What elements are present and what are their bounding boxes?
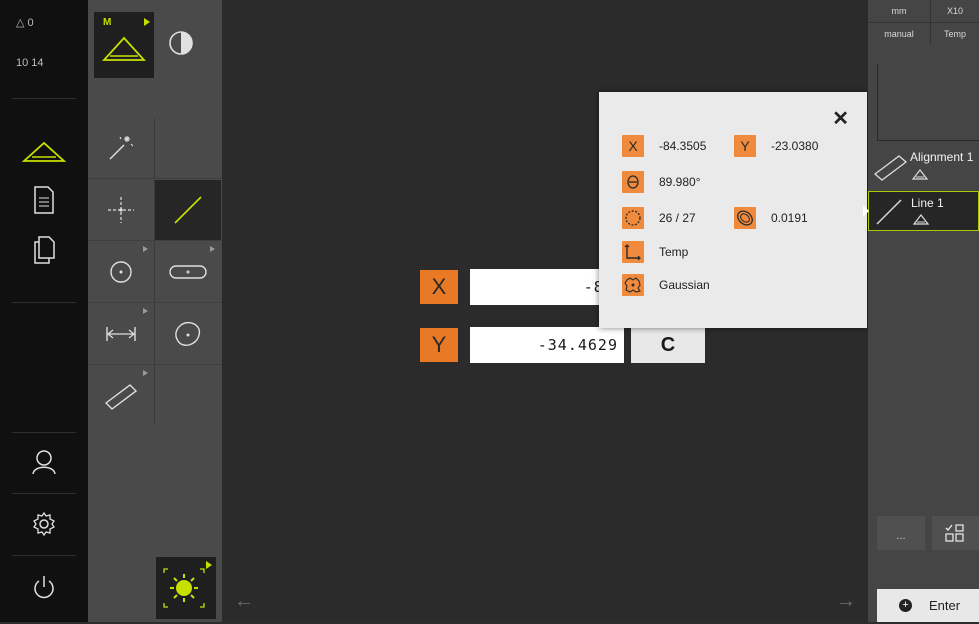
- light-button[interactable]: [156, 557, 216, 619]
- tool-line[interactable]: [155, 180, 221, 240]
- zoom-toggle[interactable]: X10: [931, 0, 979, 22]
- points-icon: [622, 207, 644, 229]
- files-nav-icon[interactable]: [18, 228, 70, 272]
- popup-points-value: 26 / 27: [659, 211, 696, 225]
- preview-area: [877, 64, 979, 141]
- point-icon: [108, 197, 134, 223]
- blob-icon: [175, 321, 201, 346]
- feature-item-line[interactable]: Line 1: [863, 191, 979, 231]
- angle-icon: [622, 171, 644, 193]
- measure-nav-icon[interactable]: [18, 130, 70, 174]
- y-badge-icon: Y: [734, 135, 756, 157]
- clock: 10 14: [16, 57, 44, 69]
- measure-small-icon: [913, 214, 929, 225]
- popup-form-value: 0.0191: [771, 211, 808, 225]
- temperature-icon: [622, 241, 644, 263]
- checklist-grid-icon: [945, 524, 964, 542]
- unit-toggle[interactable]: mm: [868, 0, 931, 22]
- measure-icon: [102, 36, 146, 61]
- contrast-icon: [169, 31, 193, 55]
- selected-arrow-icon: [863, 205, 869, 217]
- close-icon[interactable]: ✕: [832, 106, 849, 131]
- tool-rectangle[interactable]: [88, 366, 154, 426]
- magic-wand-icon: [109, 136, 134, 160]
- clear-button[interactable]: C: [631, 327, 705, 363]
- tool-circle[interactable]: [88, 242, 154, 302]
- tool-measure-magic[interactable]: [88, 118, 154, 178]
- tool-point[interactable]: [88, 180, 154, 240]
- result-popup: ✕ X -84.3505 Y -23.0380 89.980° 26 / 27 …: [599, 92, 867, 328]
- user-nav-icon[interactable]: [18, 440, 70, 484]
- rectangle-icon: [104, 384, 138, 410]
- distance-icon: [106, 327, 136, 341]
- delta-icon: △: [16, 17, 25, 29]
- popup-y-value: -23.0380: [771, 139, 819, 153]
- status-info: △ 0 10 14: [0, 14, 88, 72]
- x-badge-icon: X: [622, 135, 644, 157]
- slot-icon: [169, 265, 207, 279]
- form-error-icon: [734, 207, 756, 229]
- rectangle-feature-icon: [873, 155, 908, 181]
- x-axis-badge: X: [420, 270, 458, 304]
- filter-icon: [622, 274, 644, 296]
- light-icon: [163, 561, 212, 608]
- settings-nav-icon[interactable]: [18, 502, 70, 546]
- popup-angle-value: 89.980°: [659, 175, 701, 189]
- popup-filter-value: Gaussian: [659, 278, 710, 292]
- next-arrow-icon[interactable]: →: [836, 590, 856, 613]
- popup-x-value: -84.3505: [659, 139, 707, 153]
- report-nav-icon[interactable]: [18, 178, 70, 222]
- popup-temp-value: Temp: [659, 245, 689, 259]
- main-menu: △ 0 10 14: [0, 0, 88, 622]
- measure-mode-button[interactable]: M: [94, 12, 154, 78]
- delta-status: △ 0: [16, 17, 34, 29]
- tool-blob[interactable]: [155, 304, 221, 364]
- enter-button[interactable]: + Enter: [877, 589, 979, 622]
- expand-arrow-icon: [144, 18, 150, 26]
- line-icon: [174, 196, 202, 224]
- previous-arrow-icon[interactable]: ←: [234, 590, 254, 613]
- mode-toggle[interactable]: manual: [868, 22, 931, 45]
- power-nav-icon[interactable]: [18, 566, 70, 610]
- y-axis-badge: Y: [420, 328, 458, 362]
- contrast-button[interactable]: [168, 30, 194, 56]
- y-position-value: -34.4629: [470, 327, 624, 363]
- line-feature-icon: [876, 199, 902, 225]
- temp-toggle[interactable]: Temp: [931, 22, 979, 45]
- plus-icon: +: [899, 599, 912, 612]
- feature-item-alignment[interactable]: Alignment 1: [868, 146, 979, 186]
- grid-button[interactable]: [932, 516, 979, 550]
- more-button[interactable]: ...: [877, 516, 925, 550]
- measure-small-icon: [912, 169, 928, 180]
- tool-slot[interactable]: [155, 242, 221, 302]
- tool-distance[interactable]: [88, 304, 154, 364]
- circle-icon: [110, 261, 132, 283]
